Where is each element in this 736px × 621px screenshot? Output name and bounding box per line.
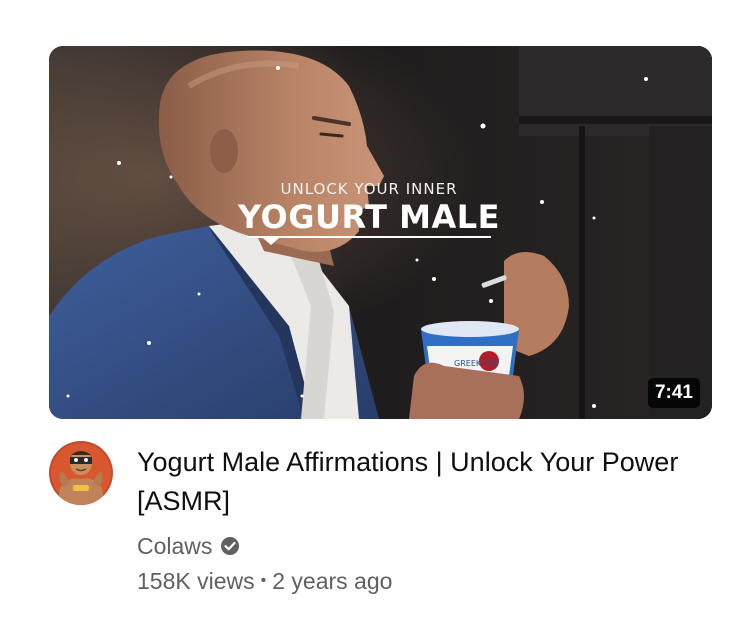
overlay-notch (263, 238, 279, 245)
meta-separator: • (260, 572, 267, 589)
upload-age: 2 years ago (272, 567, 393, 594)
channel-avatar[interactable] (49, 441, 113, 505)
thumbnail-overlay-title: YOGURT MALE (237, 198, 500, 236)
thumbnail-overlay: UNLOCK YOUR INNER YOGURT MALE (209, 179, 529, 245)
video-thumbnail[interactable]: GREEK 100 UNLOCK YOUR INNER YOGURT MALE … (49, 46, 712, 419)
view-count: 158K views (137, 567, 255, 594)
channel-name[interactable]: Colaws (137, 533, 212, 560)
channel-row: Colaws (137, 531, 240, 561)
thumbnail-overlay-subtitle: UNLOCK YOUR INNER (280, 180, 458, 198)
overlay-underline (247, 236, 491, 238)
avatar-image (49, 441, 113, 505)
cup-label: GREEK 100 (454, 359, 499, 368)
video-metadata: 158K views • 2 years ago (137, 566, 392, 596)
check-circle-icon (220, 536, 240, 556)
duration-badge: 7:41 (647, 378, 700, 408)
video-card: GREEK 100 UNLOCK YOUR INNER YOGURT MALE … (0, 0, 736, 621)
video-title[interactable]: Yogurt Male Affirmations | Unlock Your P… (137, 443, 697, 521)
